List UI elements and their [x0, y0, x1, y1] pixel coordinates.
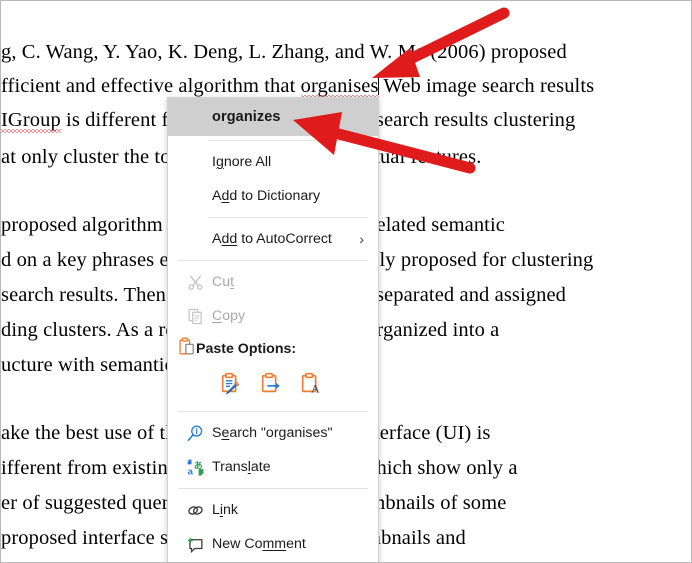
clipboard-icon	[178, 337, 196, 361]
scissors-icon	[178, 274, 212, 291]
menu-item-add-to-autocorrect[interactable]: Add to AutoCorrect ›	[168, 222, 378, 256]
menu-item-copy[interactable]: Copy	[168, 299, 378, 333]
spelling-context-menu[interactable]: organizes Ignore All Add to Dictionary A…	[167, 97, 379, 562]
menu-item-label: Link	[212, 502, 239, 518]
copy-icon	[178, 308, 212, 325]
svg-text:あ: あ	[193, 460, 202, 470]
doc-line-text: g, C. Wang, Y. Yao, K. Deng, L. Zhang, a…	[1, 41, 567, 63]
menu-item-add-to-dictionary[interactable]: Add to Dictionary	[168, 179, 378, 213]
misspelled-word-igroup[interactable]: IGroup	[1, 109, 61, 133]
paste-options-header: Paste Options:	[168, 333, 378, 365]
menu-item-label: Copy	[212, 308, 246, 324]
link-icon	[178, 501, 212, 520]
menu-item-suggestion-organizes[interactable]: organizes	[168, 98, 378, 136]
word-document-screenshot: g, C. Wang, Y. Yao, K. Deng, L. Zhang, a…	[0, 0, 692, 563]
menu-item-label: Search "organises"	[212, 425, 333, 441]
paste-keep-text-only-icon[interactable]: A	[298, 371, 324, 397]
chevron-right-icon: ›	[359, 231, 364, 247]
menu-item-label: New Comment	[212, 536, 306, 552]
menu-item-new-comment[interactable]: New Comment	[168, 527, 378, 561]
menu-separator	[178, 488, 368, 489]
svg-text:a: a	[187, 466, 193, 476]
paste-merge-formatting-icon[interactable]	[258, 371, 284, 397]
search-info-icon	[178, 424, 212, 443]
menu-item-label: Ignore All	[212, 154, 272, 170]
menu-item-label: Add to Dictionary	[212, 188, 321, 204]
menu-item-label: Cut	[212, 274, 235, 290]
menu-item-translate[interactable]: a あ Translate	[168, 450, 378, 484]
menu-item-ignore-all[interactable]: Ignore All	[168, 145, 378, 179]
menu-separator	[208, 140, 368, 141]
paste-options-row: A	[168, 365, 378, 407]
paste-keep-source-formatting-icon[interactable]	[218, 371, 244, 397]
misspelled-word-organises[interactable]: organises	[300, 75, 379, 99]
translate-icon: a あ	[178, 458, 212, 477]
menu-item-link[interactable]: Link	[168, 493, 378, 527]
menu-separator	[178, 411, 368, 412]
menu-item-search[interactable]: Search "organises"	[168, 416, 378, 450]
suggestion-label: organizes	[212, 109, 281, 125]
paste-options-label: Paste Options:	[196, 341, 297, 357]
menu-item-cut[interactable]: Cut	[168, 265, 378, 299]
menu-item-label: Add to AutoCorrect	[212, 231, 332, 247]
new-comment-icon	[178, 535, 212, 554]
doc-line-text: Web image search results	[378, 75, 595, 97]
menu-separator	[178, 260, 368, 261]
menu-item-label: Translate	[212, 459, 271, 475]
doc-text-line: fficient and effective algorithm that or…	[1, 75, 691, 99]
menu-separator	[208, 217, 368, 218]
svg-text:A: A	[311, 381, 320, 395]
doc-text-line: g, C. Wang, Y. Yao, K. Deng, L. Zhang, a…	[1, 41, 691, 64]
doc-line-text: fficient and effective algorithm that	[1, 75, 301, 97]
